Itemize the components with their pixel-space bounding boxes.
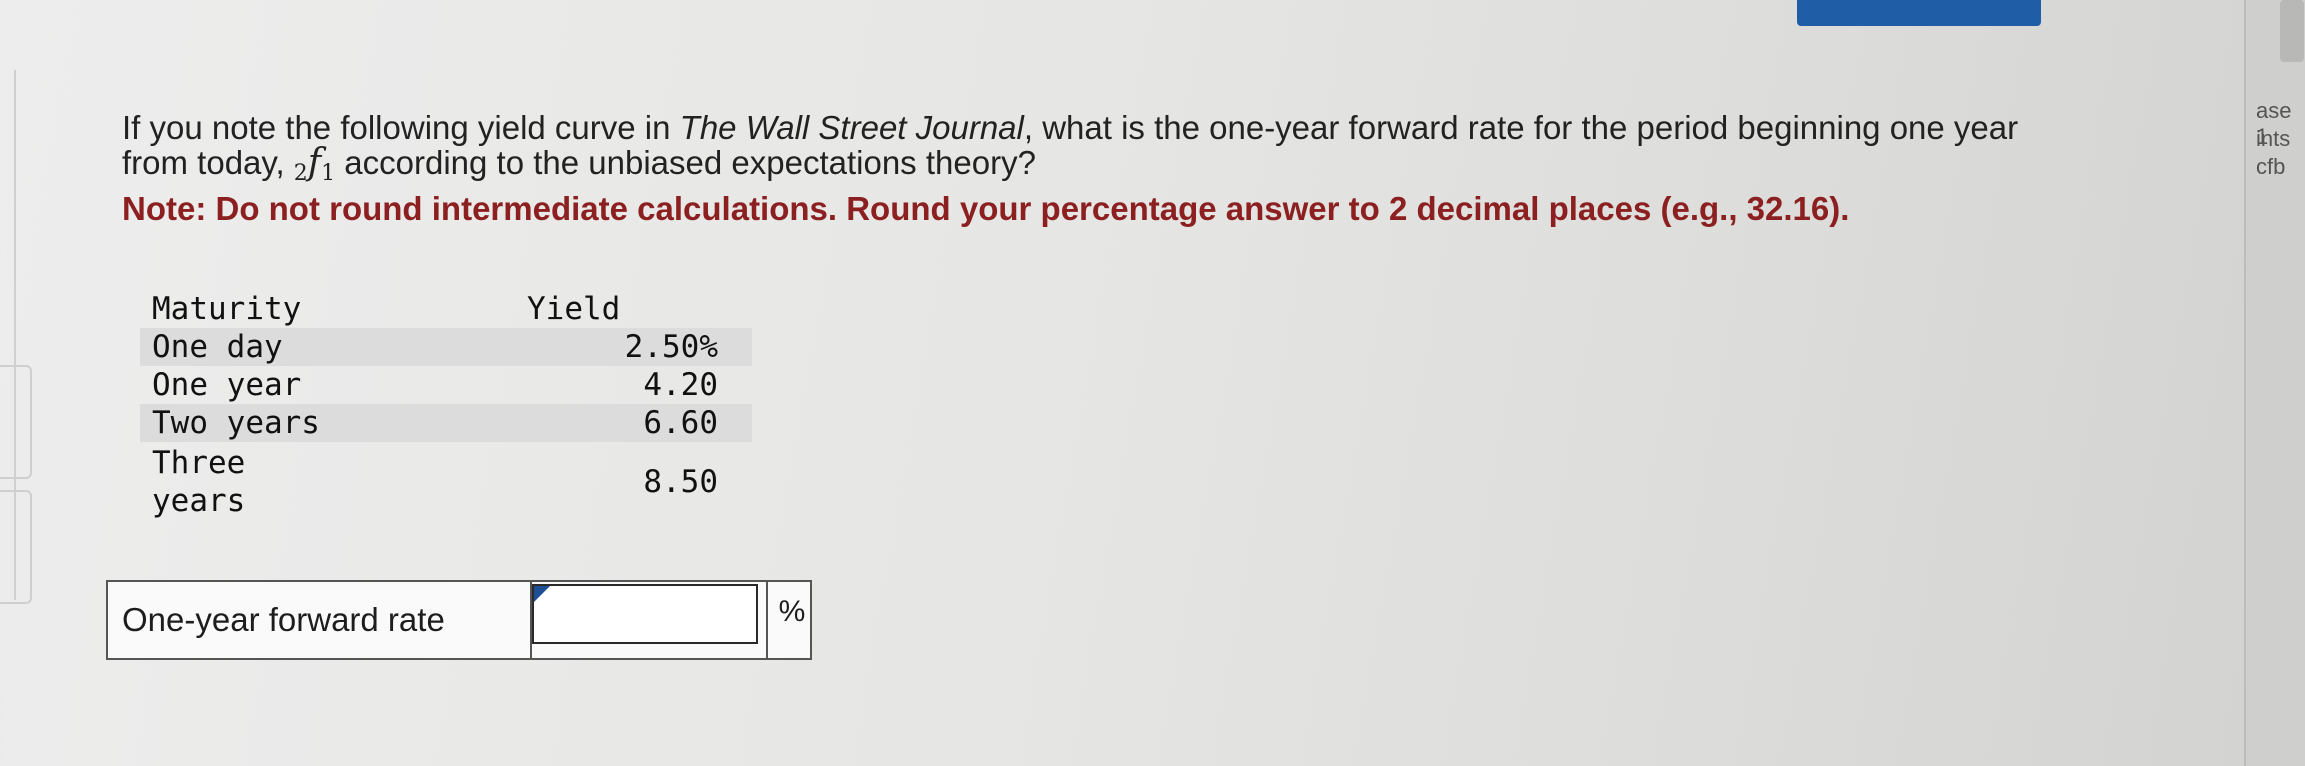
rounding-note: Note: Do not round intermediate calculat… bbox=[122, 190, 1850, 227]
yield-header: Yield bbox=[527, 291, 621, 327]
maturity-cell: Two years bbox=[152, 405, 320, 441]
maturity-cell: Three years bbox=[152, 445, 246, 519]
question-intro: If you note the following yield curve in bbox=[122, 109, 680, 146]
maturity-cell: One day bbox=[152, 329, 283, 365]
yield-cell: 8.50 bbox=[643, 464, 718, 500]
yield-cell: 6.60 bbox=[643, 405, 718, 441]
maturity-cell: One year bbox=[152, 367, 302, 403]
panel-text: cfb bbox=[2256, 154, 2286, 179]
question-tail: according to the unbiased expectations t… bbox=[335, 144, 1036, 181]
yield-cell: 2.50% bbox=[624, 329, 718, 365]
answer-row: One-year forward rate % bbox=[106, 580, 812, 660]
flag-icon bbox=[534, 586, 550, 602]
table-row: Two years 6.60 bbox=[140, 404, 752, 442]
answer-label: One-year forward rate bbox=[108, 582, 532, 658]
panel-handle[interactable] bbox=[2280, 0, 2304, 62]
left-edge-panel bbox=[0, 365, 32, 479]
maturity-header: Maturity bbox=[152, 291, 302, 327]
table-row: One year 4.20 bbox=[140, 366, 752, 404]
percent-unit: % bbox=[766, 582, 810, 658]
question-text: If you note the following yield curve in… bbox=[122, 110, 2082, 226]
table-header-row: Maturity Yield bbox=[140, 290, 752, 328]
check-my-work-button[interactable] bbox=[1797, 0, 2041, 26]
table-row: Three years 8.50 bbox=[140, 442, 752, 522]
yield-curve-table: Maturity Yield One day 2.50% One year 4.… bbox=[140, 290, 752, 522]
forward-rate-input[interactable] bbox=[532, 584, 758, 644]
forward-rate-symbol: 2f1 bbox=[293, 142, 336, 187]
panel-text: ints bbox=[2256, 126, 2291, 151]
journal-name: The Wall Street Journal bbox=[679, 109, 1024, 146]
left-edge-panel bbox=[0, 490, 32, 604]
yield-cell: 4.20 bbox=[643, 367, 718, 403]
table-row: One day 2.50% bbox=[140, 328, 752, 366]
